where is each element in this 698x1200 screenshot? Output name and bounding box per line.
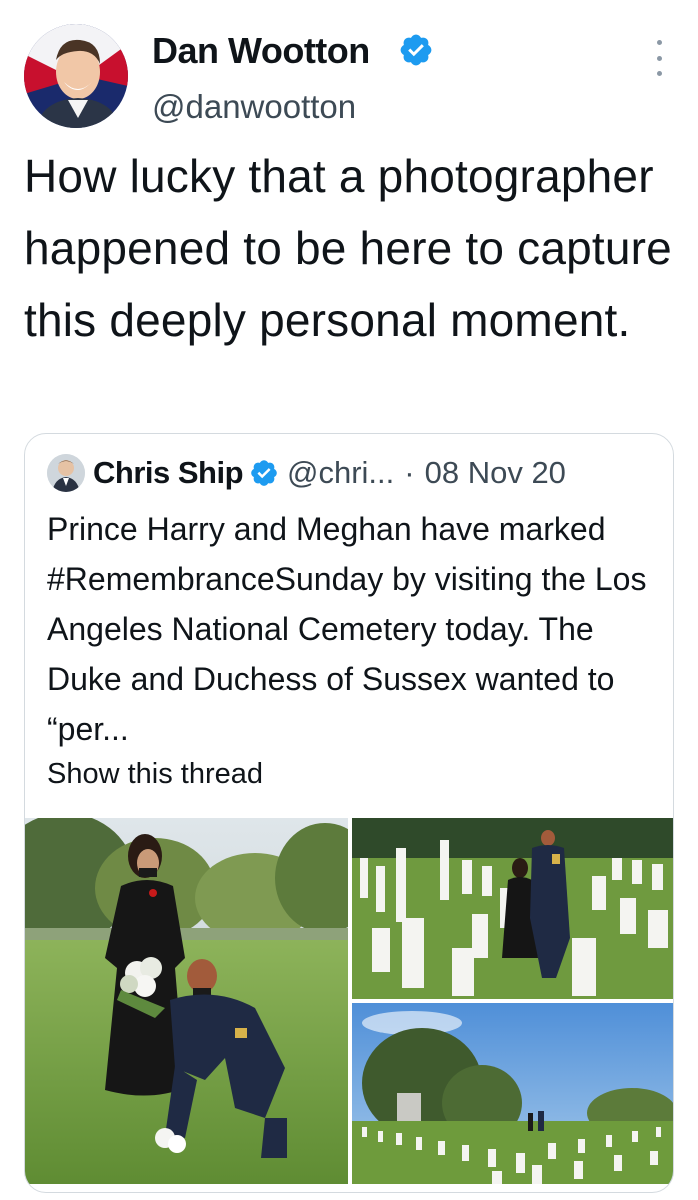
author-handle[interactable]: @danwootton xyxy=(152,88,356,126)
quoted-verified-badge-icon xyxy=(251,460,277,486)
show-thread-link[interactable]: Show this thread xyxy=(47,758,263,791)
photo-couple-among-headstones[interactable] xyxy=(352,818,673,999)
photo-couple-with-flowers[interactable] xyxy=(25,818,348,1184)
photo-cemetery-landscape[interactable] xyxy=(352,1003,673,1184)
quoted-tweet-text: Prince Harry and Meghan have marked #Rem… xyxy=(47,511,647,747)
verified-badge-icon xyxy=(400,34,432,66)
tweet-text: How lucky that a photographer happened t… xyxy=(24,150,672,346)
author-avatar[interactable] xyxy=(24,24,128,128)
media-grid xyxy=(25,818,673,1192)
author-name[interactable]: Dan Wootton xyxy=(152,30,370,72)
quoted-author-name: Chris Ship xyxy=(93,455,244,490)
quoted-author-handle: @chri... xyxy=(287,455,395,490)
quoted-author-avatar xyxy=(47,454,85,492)
quoted-date: 08 Nov 20 xyxy=(424,455,566,490)
separator-dot: · xyxy=(404,455,415,490)
quoted-tweet-card[interactable]: Chris Ship @chri... · 08 Nov 20 Prince H… xyxy=(24,433,674,1193)
more-options-icon[interactable] xyxy=(648,40,670,76)
quoted-tweet-header: Chris Ship @chri... · 08 Nov 20 xyxy=(47,452,566,494)
